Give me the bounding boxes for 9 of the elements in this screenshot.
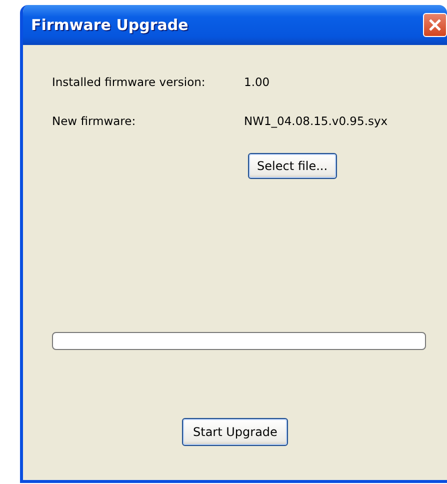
close-icon [428, 18, 442, 32]
start-upgrade-button[interactable]: Start Upgrade [182, 418, 288, 446]
field-label: New firmware: [52, 114, 137, 130]
select-file-button[interactable]: Select file... [248, 153, 337, 179]
field-value: NW1_04.08.15.v0.95.syx [244, 114, 389, 130]
close-button[interactable] [423, 13, 447, 37]
window-title: Firmware Upgrade [31, 16, 188, 34]
field-value: 1.00 [244, 75, 271, 91]
field-label: Installed firmware version: [52, 75, 206, 91]
